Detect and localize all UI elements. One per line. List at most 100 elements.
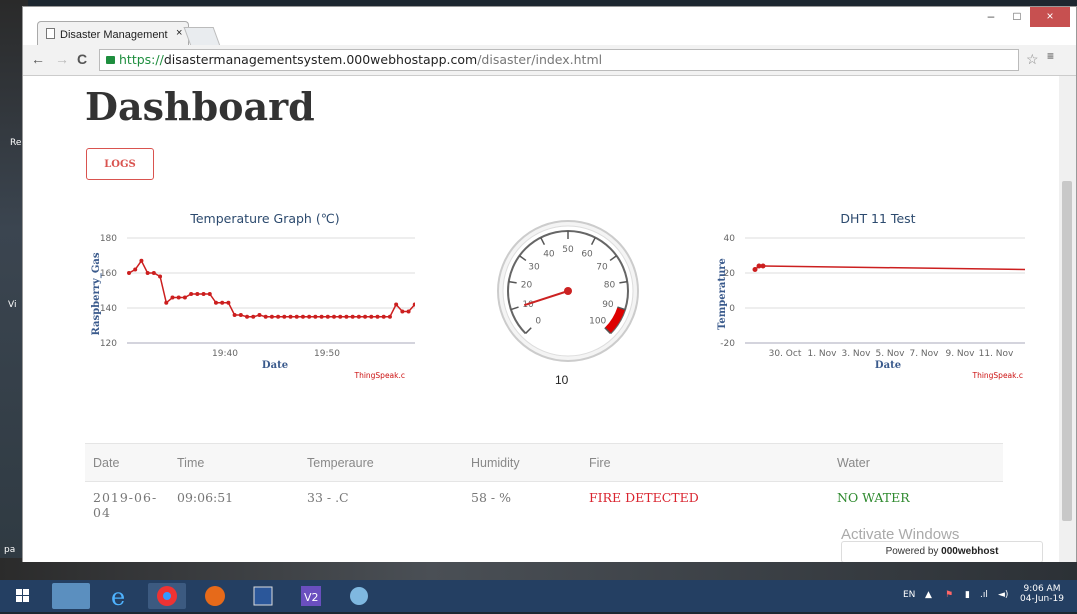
desktop-label-3: pa: [4, 545, 16, 555]
battery-icon[interactable]: ▮: [965, 590, 970, 600]
temp-point: [207, 292, 212, 296]
dht-ytick-minus20: -20: [720, 339, 735, 349]
back-arrow-icon[interactable]: ←: [31, 51, 45, 67]
window-controls: – □ ×: [978, 7, 1070, 29]
temp-point: [363, 314, 368, 319]
temp-point: [387, 314, 392, 319]
volume-icon[interactable]: ◄): [998, 590, 1008, 600]
gauge-value: 10: [555, 373, 569, 387]
gauge-label: 100: [589, 317, 606, 327]
dht-x-axis-label: Date: [875, 360, 901, 371]
temp-point: [220, 300, 225, 305]
dht-xtick: 30. Oct: [769, 349, 802, 359]
chrome-icon[interactable]: [148, 583, 186, 609]
internet-explorer-icon[interactable]: e: [100, 583, 138, 611]
temp-point: [269, 314, 274, 319]
forward-arrow-icon[interactable]: →: [55, 51, 69, 67]
url-scheme: https://: [119, 52, 164, 67]
visual-studio-code-icon[interactable]: V2: [292, 583, 330, 609]
temp-point: [245, 314, 250, 319]
temp-point: [369, 314, 374, 319]
temp-point: [145, 271, 150, 275]
page-title: Dashboard: [85, 84, 315, 129]
temp-point: [189, 292, 194, 296]
menu-icon[interactable]: ≡: [1047, 49, 1054, 63]
temp-point: [344, 314, 349, 319]
cell-temperature: 33 - .C: [307, 490, 349, 505]
reload-icon[interactable]: C: [77, 51, 87, 67]
cell-fire-status: FIRE DETECTED: [589, 490, 699, 505]
gauge-label: 80: [604, 280, 616, 290]
temp-point: [170, 295, 175, 300]
temp-point: [375, 314, 380, 319]
dht-chart: DHT 11 Test 40 20 0 -20 30. Oct 1. Nov 3. …: [717, 211, 1026, 380]
temp-point: [127, 271, 131, 275]
dht-xtick: 5. Nov: [875, 349, 905, 359]
desktop-label-2: Vi: [8, 300, 17, 310]
gauge-label: 50: [562, 245, 574, 255]
dht-series-line: [754, 265, 1026, 271]
action-center-icon[interactable]: ⚑: [945, 590, 953, 600]
temp-ytick-120: 120: [100, 339, 117, 349]
clock[interactable]: 9:06 AM 04-Jun-19: [1020, 584, 1064, 604]
scrollbar-thumb[interactable]: [1062, 181, 1072, 521]
gauge-label: 90: [602, 300, 614, 310]
temp-ytick-160: 160: [100, 269, 117, 279]
new-tab-button[interactable]: [183, 27, 221, 46]
clock-time: 9:06 AM: [1023, 584, 1061, 594]
header-time: Time: [169, 443, 299, 482]
temp-point: [176, 295, 181, 300]
minimize-button[interactable]: –: [978, 7, 1004, 27]
temp-point: [158, 274, 163, 279]
temp-point: [251, 314, 256, 319]
gauge-hub: [564, 287, 572, 295]
vertical-scrollbar[interactable]: [1059, 76, 1076, 562]
language-indicator[interactable]: EN: [903, 590, 915, 600]
file-explorer-icon[interactable]: [52, 583, 90, 609]
maximize-button[interactable]: □: [1004, 7, 1030, 27]
header-water: Water: [829, 443, 1003, 482]
network-icon[interactable]: .ıl: [980, 590, 988, 600]
lock-icon: [106, 56, 115, 64]
temp-point: [151, 271, 156, 275]
temp-point: [300, 314, 305, 319]
dht-y-axis-label: Temperature: [717, 258, 728, 330]
logs-button[interactable]: LOGS: [86, 148, 154, 180]
temp-point: [350, 314, 355, 319]
temp-point: [195, 292, 200, 296]
temp-x-axis-label: Date: [262, 360, 288, 371]
cell-humidity: 58 - %: [471, 490, 511, 505]
temp-point: [226, 300, 231, 305]
gauge-label: 0: [535, 317, 541, 327]
temp-point: [325, 314, 330, 319]
show-hidden-icons[interactable]: ▲: [925, 590, 932, 600]
close-window-button[interactable]: ×: [1030, 7, 1070, 27]
tab-close-button[interactable]: ×: [176, 27, 182, 39]
desktop-label-1: Re: [10, 138, 22, 148]
start-windows-icon[interactable]: [8, 583, 38, 609]
temp-xtick-1940: 19:40: [212, 349, 238, 359]
word-icon[interactable]: [244, 583, 282, 609]
temp-point: [232, 313, 237, 317]
powered-by-badge[interactable]: Powered by 000webhost: [841, 541, 1043, 562]
address-bar[interactable]: https://disastermanagementsystem.000webh…: [99, 49, 1019, 71]
temp-point: [263, 314, 268, 319]
bookmark-star-icon[interactable]: ☆: [1026, 51, 1039, 68]
temp-point: [307, 314, 312, 319]
temp-point: [406, 309, 411, 314]
firefox-icon[interactable]: [196, 583, 234, 609]
temp-xtick-1950: 19:50: [314, 349, 340, 359]
url-host: disastermanagementsystem.000webhostapp.c…: [163, 52, 478, 67]
address-toolbar: ← → C https://disastermanagementsystem.0…: [23, 45, 1076, 76]
temp-point: [139, 258, 144, 263]
tab-bar: Disaster Management Sys × –□×: [23, 7, 1076, 47]
paint-icon[interactable]: [340, 583, 378, 609]
gauge-label: 70: [596, 262, 608, 272]
browser-tab[interactable]: Disaster Management Sys ×: [37, 21, 189, 47]
browser-window: Disaster Management Sys × –□× ← → C http…: [22, 6, 1077, 562]
temp-point: [294, 314, 299, 319]
temp-point: [164, 300, 169, 305]
clock-date: 04-Jun-19: [1020, 594, 1064, 604]
temp-ytick-140: 140: [100, 304, 117, 314]
dht-ytick-40: 40: [724, 234, 736, 244]
